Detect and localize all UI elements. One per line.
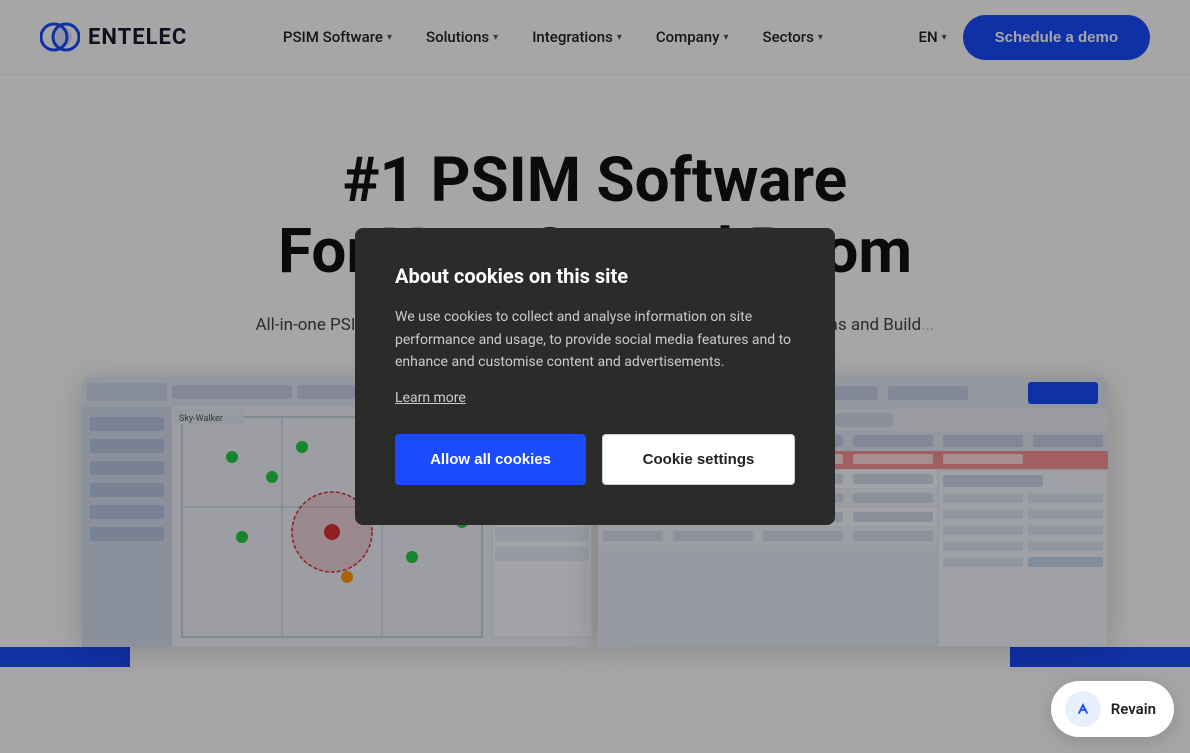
cookie-learn-more-link[interactable]: Learn more xyxy=(395,390,795,406)
revain-label: Revain xyxy=(1111,700,1156,718)
cookie-title: About cookies on this site xyxy=(395,264,795,288)
revain-icon xyxy=(1065,691,1101,727)
cookie-buttons: Allow all cookies Cookie settings xyxy=(395,434,795,485)
cookie-overlay: About cookies on this site We use cookie… xyxy=(0,0,1190,753)
cookie-settings-button[interactable]: Cookie settings xyxy=(602,434,795,485)
allow-all-cookies-button[interactable]: Allow all cookies xyxy=(395,434,586,485)
revain-widget[interactable]: Revain xyxy=(1051,681,1174,737)
cookie-body: We use cookies to collect and analyse in… xyxy=(395,306,795,373)
cookie-modal: About cookies on this site We use cookie… xyxy=(355,228,835,524)
